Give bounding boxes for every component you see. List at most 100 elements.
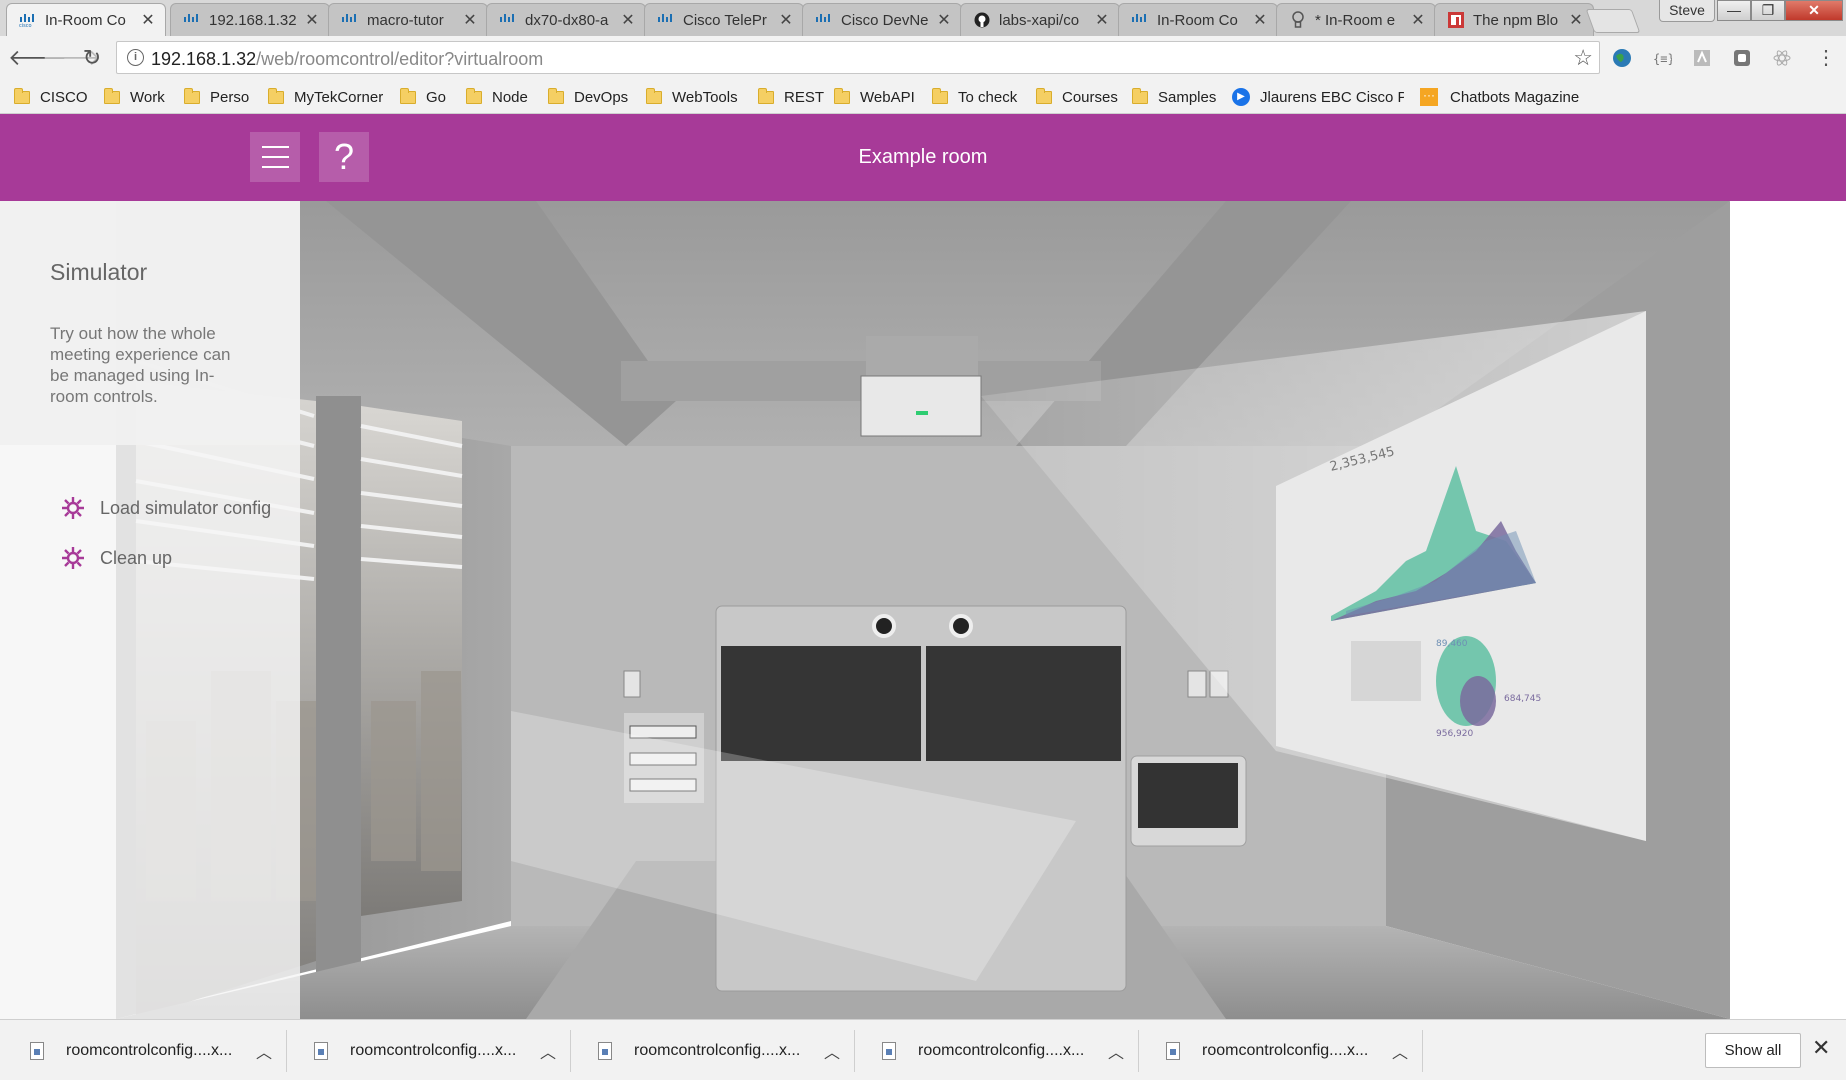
back-button[interactable]: 🡐 xyxy=(8,44,67,72)
close-icon[interactable]: ✕ xyxy=(1812,1035,1830,1061)
tab-in-room-control[interactable]: cisco In-Room Co ✕ xyxy=(6,3,166,36)
virtual-room-view: 2,353,545 89,460 684,745 956,920 xyxy=(116,201,1730,1019)
bookmark-folder[interactable]: Go xyxy=(400,86,446,108)
tab-title: Cisco TelePr xyxy=(683,11,767,29)
tab-close-icon[interactable]: ✕ xyxy=(463,10,477,30)
bookmark-folder[interactable]: Node xyxy=(466,86,528,108)
tab-close-icon[interactable]: ✕ xyxy=(1411,10,1425,30)
simulator-title: Simulator xyxy=(50,259,148,285)
tab-192-168[interactable]: 192.168.1.32 ✕ xyxy=(170,3,330,36)
reload-button[interactable]: ↻ xyxy=(78,44,106,72)
tab-close-icon[interactable]: ✕ xyxy=(1569,10,1583,30)
file-icon xyxy=(30,1042,44,1060)
bookmark-folder[interactable]: Samples xyxy=(1132,86,1216,108)
tab-close-icon[interactable]: ✕ xyxy=(305,10,319,30)
tab-dx70-dx80[interactable]: dx70-dx80-a ✕ xyxy=(486,3,646,36)
bookmark-folder[interactable]: REST xyxy=(758,86,824,108)
pdf-extension-icon[interactable] xyxy=(1692,48,1712,68)
json-extension-icon[interactable]: {≡} xyxy=(1652,48,1672,68)
tab-title: macro-tutor xyxy=(367,11,444,29)
bookmark-folder[interactable]: CISCO xyxy=(14,86,88,108)
more-menu-icon[interactable]: ⋮ xyxy=(1812,44,1840,72)
show-all-button[interactable]: Show all xyxy=(1705,1033,1801,1068)
bookmark-folder[interactable]: Perso xyxy=(184,86,249,108)
window-frame xyxy=(316,396,361,976)
tab-close-icon[interactable]: ✕ xyxy=(779,10,793,30)
projector-led xyxy=(916,411,928,415)
action-label: Clean up xyxy=(100,547,173,568)
lightbulb-icon xyxy=(1289,11,1307,28)
tab-cisco-devnet[interactable]: Cisco DevNe ✕ xyxy=(802,3,962,36)
bookmark-folder[interactable]: To check xyxy=(932,86,1017,108)
globe-extension-icon[interactable] xyxy=(1612,48,1632,68)
folder-icon xyxy=(1036,87,1052,104)
bookmark-label: To check xyxy=(958,88,1018,106)
bookmark-folder[interactable]: Work xyxy=(104,86,165,108)
tab-close-icon[interactable]: ✕ xyxy=(1253,10,1267,30)
bookmark-link[interactable]: ··· Chatbots Magazine xyxy=(1420,86,1579,108)
forward-button[interactable]: 🡒 xyxy=(42,44,101,72)
bookmark-star-icon[interactable]: ☆ xyxy=(1573,45,1593,71)
display-left xyxy=(721,646,921,761)
bookmark-folder[interactable]: MyTekCorner xyxy=(268,86,383,108)
tab-close-icon[interactable]: ✕ xyxy=(621,10,635,30)
download-item[interactable]: roomcontrolconfig....x... ︿ xyxy=(584,1032,840,1070)
action-label: Load simulator config xyxy=(100,497,272,518)
download-item[interactable]: roomcontrolconfig....x... ︿ xyxy=(300,1032,556,1070)
url-host: 192.168.1.32 xyxy=(151,49,257,69)
divider xyxy=(854,1030,855,1072)
tab-in-room-control-2[interactable]: In-Room Co ✕ xyxy=(1118,3,1278,36)
light-switch xyxy=(623,670,641,698)
tab-npm-blog[interactable]: The npm Blo ✕ xyxy=(1434,3,1594,36)
close-window-button[interactable]: ✕ xyxy=(1785,0,1843,21)
new-tab-button[interactable] xyxy=(1585,9,1641,33)
tab-extension-icon[interactable] xyxy=(1732,48,1752,68)
cisco-icon xyxy=(341,12,359,28)
chevron-up-icon[interactable]: ︿ xyxy=(540,1039,556,1063)
camera-right xyxy=(949,614,973,638)
url-path: /web/roomcontrol/editor?virtualroom xyxy=(256,49,544,69)
minimize-button[interactable]: — xyxy=(1717,0,1751,21)
chevron-up-icon[interactable]: ︿ xyxy=(256,1039,272,1063)
cisco-icon xyxy=(1131,12,1149,28)
chevron-up-icon[interactable]: ︿ xyxy=(1108,1039,1124,1063)
folder-icon xyxy=(932,87,948,104)
bookmark-folder[interactable]: WebAPI xyxy=(834,86,915,108)
bookmark-folder[interactable]: Courses xyxy=(1036,86,1118,108)
chevron-up-icon[interactable]: ︿ xyxy=(824,1039,840,1063)
tab-close-icon[interactable]: ✕ xyxy=(141,10,155,30)
tab-labs-xapi[interactable]: labs-xapi/co ✕ xyxy=(960,3,1120,36)
chevron-up-icon[interactable]: ︿ xyxy=(1392,1039,1408,1063)
touch-panel-screen xyxy=(1138,763,1238,828)
bookmark-label: Courses xyxy=(1062,88,1118,106)
react-extension-icon[interactable] xyxy=(1772,48,1792,68)
tab-close-icon[interactable]: ✕ xyxy=(937,10,951,30)
clean-up-button[interactable]: Clean up xyxy=(60,545,172,571)
tab-in-room-editor[interactable]: * In-Room e ✕ xyxy=(1276,3,1436,36)
info-icon[interactable]: i xyxy=(127,49,144,66)
cisco-icon xyxy=(657,12,675,28)
download-item[interactable]: roomcontrolconfig....x... ︿ xyxy=(868,1032,1124,1070)
svg-text:cisco: cisco xyxy=(19,23,32,27)
download-item[interactable]: roomcontrolconfig....x... ︿ xyxy=(16,1032,272,1070)
address-bar[interactable]: i 192.168.1.32/web/roomcontrol/editor?vi… xyxy=(116,41,1600,74)
bookmark-folder[interactable]: DevOps xyxy=(548,86,628,108)
profile-button[interactable]: Steve xyxy=(1659,0,1715,22)
load-simulator-config-button[interactable]: Load simulator config xyxy=(60,495,271,521)
download-item[interactable]: roomcontrolconfig....x... ︿ xyxy=(1152,1032,1408,1070)
tab-macro-tutorial[interactable]: macro-tutor ✕ xyxy=(328,3,488,36)
simulator-description: Try out how the whole meeting experience… xyxy=(50,324,231,406)
light-switch xyxy=(1187,670,1207,698)
file-icon xyxy=(314,1042,328,1060)
bookmark-folder[interactable]: WebTools xyxy=(646,86,738,108)
bookmark-label: DevOps xyxy=(574,88,629,106)
maximize-button[interactable]: ❐ xyxy=(1751,0,1785,21)
tab-title: In-Room Co xyxy=(1157,11,1238,29)
file-icon xyxy=(598,1042,612,1060)
bookmark-link[interactable]: ▶ Jlaurens EBC Cisco Pr xyxy=(1232,86,1404,108)
tab-close-icon[interactable]: ✕ xyxy=(1095,10,1109,30)
divider xyxy=(570,1030,571,1072)
folder-icon xyxy=(834,87,850,104)
divider xyxy=(1422,1030,1423,1072)
tab-cisco-telepresence[interactable]: Cisco TelePr ✕ xyxy=(644,3,804,36)
